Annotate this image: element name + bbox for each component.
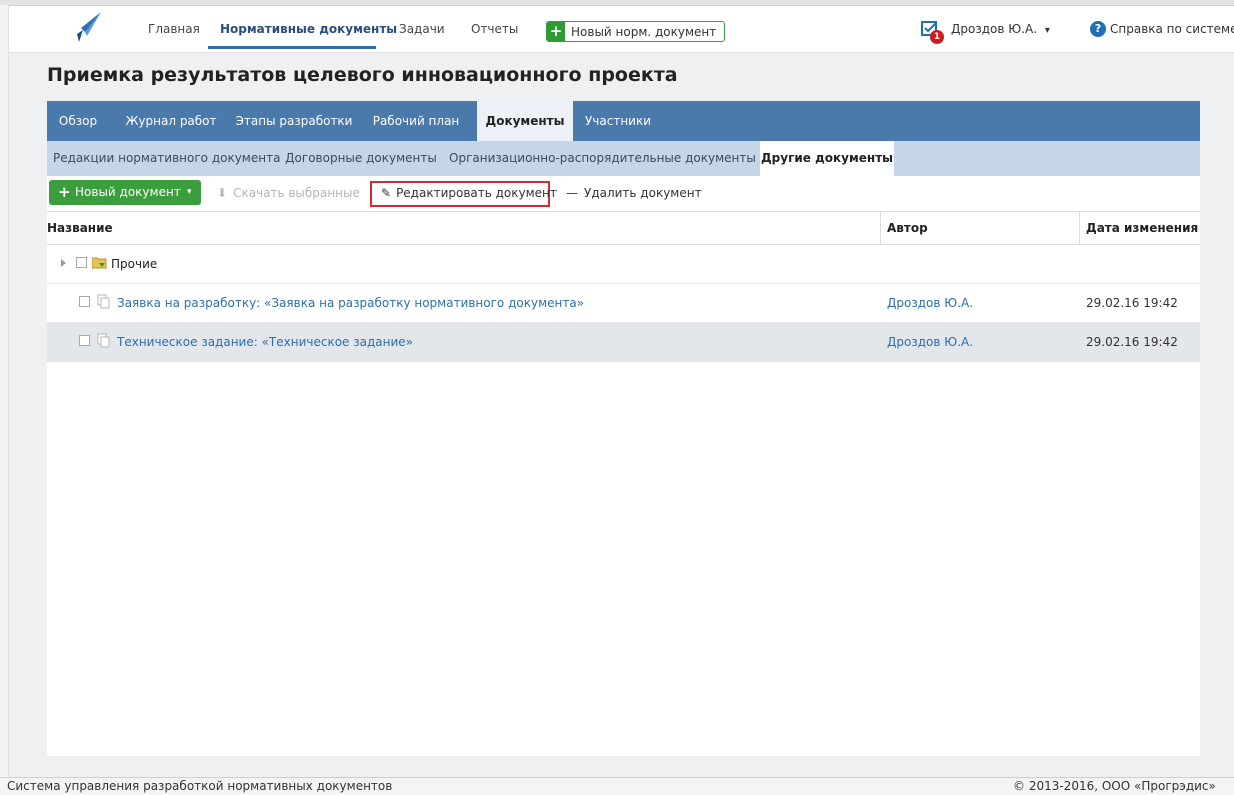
column-header-date[interactable]: Дата изменения [1086, 221, 1198, 235]
subtab-organizational-documents[interactable]: Организационно-распорядительные документ… [449, 141, 756, 176]
nav-link-home[interactable]: Главная [148, 22, 200, 36]
document-icon [97, 294, 110, 309]
edit-document-button[interactable]: ✎ Редактировать документ [381, 186, 557, 200]
pencil-icon: ✎ [381, 186, 392, 200]
user-name-label: Дроздов Ю.А. [951, 22, 1038, 36]
table-row-folder[interactable]: Прочие [47, 245, 1200, 284]
browser-frame-left [0, 5, 9, 777]
author-link[interactable]: Дроздов Ю.А. [887, 335, 973, 349]
top-navigation: Главная Нормативные документы Задачи Отч… [9, 6, 1234, 53]
row-checkbox[interactable] [79, 335, 90, 346]
subtab-other-documents[interactable]: Другие документы [760, 141, 894, 176]
column-separator[interactable] [880, 212, 881, 244]
expand-arrow-icon[interactable] [61, 259, 66, 267]
status-bar: Система управления разработкой нормативн… [0, 777, 1234, 795]
plus-icon: + [58, 183, 71, 201]
help-icon[interactable]: ? [1090, 21, 1106, 37]
chevron-down-icon[interactable]: ▾ [187, 180, 192, 205]
edit-document-label: Редактировать документ [396, 186, 557, 200]
tab-overview[interactable]: Обзор [47, 101, 109, 141]
documents-table-header: Название Автор Дата изменения [47, 212, 1200, 245]
document-icon [97, 333, 110, 348]
download-icon: ⬇ [217, 186, 228, 200]
folder-icon [92, 257, 107, 269]
subtab-normative-editions[interactable]: Редакции нормативного документа [53, 141, 280, 176]
delete-document-button[interactable]: — Удалить документ [566, 186, 702, 200]
document-type-tab-bar: Редакции нормативного документа Договорн… [47, 141, 1200, 176]
project-tab-bar: Обзор Журнал работ Этапы разработки Рабо… [47, 101, 1200, 141]
chevron-down-icon: ▾ [1044, 25, 1050, 36]
copyright-text: © 2013-2016, ООО «Прогрэдис» [1013, 779, 1216, 793]
column-header-name[interactable]: Название [47, 221, 113, 235]
modified-date: 29.02.16 19:42 [1086, 296, 1178, 310]
tab-work-log[interactable]: Журнал работ [121, 101, 221, 141]
minus-icon: — [566, 186, 578, 200]
document-name-link[interactable]: Техническое задание: «Техническое задани… [117, 335, 413, 349]
delete-document-label: Удалить документ [584, 186, 702, 200]
download-selected-label: Скачать выбранные [233, 186, 360, 200]
column-separator[interactable] [1079, 212, 1080, 244]
download-selected-button[interactable]: ⬇ Скачать выбранные [217, 186, 360, 200]
new-document-button[interactable]: + Новый документ ▾ [49, 180, 201, 205]
row-checkbox[interactable] [79, 296, 90, 307]
table-row[interactable]: Техническое задание: «Техническое задани… [47, 323, 1200, 362]
subtab-contract-documents[interactable]: Договорные документы [285, 141, 437, 176]
tab-participants[interactable]: Участники [583, 101, 653, 141]
new-normative-document-button[interactable]: + Новый норм. документ [546, 21, 726, 42]
help-link[interactable]: Справка по системе [1110, 22, 1234, 36]
tasks-count-badge: 1 [930, 30, 944, 44]
logo-icon[interactable] [73, 10, 103, 44]
tab-work-plan[interactable]: Рабочий план [367, 101, 465, 141]
plus-icon: + [547, 22, 565, 41]
nav-link-normative-documents[interactable]: Нормативные документы [220, 22, 397, 36]
new-normative-document-label: Новый норм. документ [571, 24, 717, 39]
row-checkbox[interactable] [76, 257, 87, 268]
system-name-text: Система управления разработкой нормативн… [7, 779, 393, 793]
document-name-link[interactable]: Заявка на разработку: «Заявка на разрабо… [117, 296, 584, 310]
table-row[interactable]: Заявка на разработку: «Заявка на разрабо… [47, 284, 1200, 323]
author-link[interactable]: Дроздов Ю.А. [887, 296, 973, 310]
page-title: Приемка результатов целевого инновационн… [47, 64, 678, 86]
documents-toolbar: + Новый документ ▾ ⬇ Скачать выбранные ✎ Р… [47, 176, 1200, 212]
column-header-author[interactable]: Автор [887, 221, 928, 235]
tab-documents[interactable]: Документы [477, 101, 573, 141]
nav-link-tasks[interactable]: Задачи [399, 22, 445, 36]
modified-date: 29.02.16 19:42 [1086, 335, 1178, 349]
nav-active-indicator [208, 46, 376, 49]
folder-name[interactable]: Прочие [111, 257, 157, 271]
nav-link-reports[interactable]: Отчеты [471, 22, 518, 36]
new-document-label: Новый документ [75, 185, 181, 199]
user-menu[interactable]: Дроздов Ю.А. ▾ [951, 22, 1050, 36]
tab-development-stages[interactable]: Этапы разработки [233, 101, 355, 141]
